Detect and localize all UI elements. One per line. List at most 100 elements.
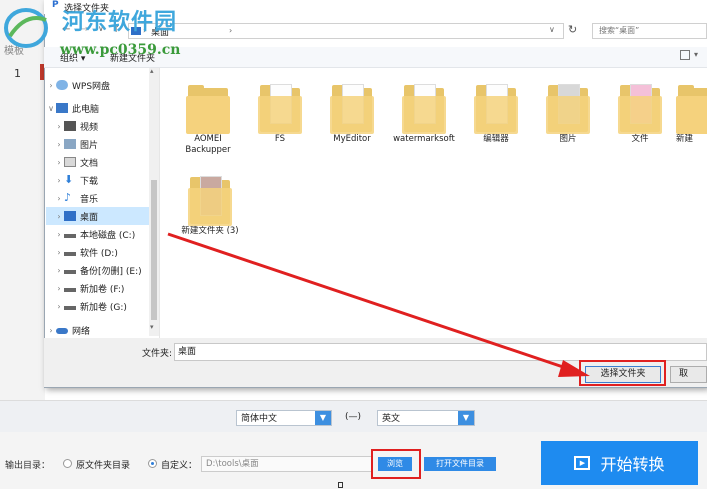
nav-item-label: 本地磁盘 (C:) bbox=[80, 230, 136, 241]
folder-name: 图片 bbox=[559, 134, 577, 144]
address-bar[interactable]: › 桌面 › ∨ bbox=[128, 23, 564, 39]
folder-name: 文件 bbox=[631, 134, 649, 144]
view-dropdown-icon[interactable]: ▾ bbox=[694, 50, 698, 59]
drive-icon bbox=[64, 252, 76, 256]
expand-chevron-icon[interactable]: › bbox=[46, 81, 56, 90]
browse-button[interactable]: 浏览 bbox=[378, 457, 412, 471]
start-convert-button[interactable]: ▶ 开始转换 bbox=[541, 441, 698, 485]
expand-chevron-icon[interactable]: › bbox=[54, 266, 64, 275]
folder-item-new[interactable]: 新建 bbox=[676, 82, 707, 145]
source-language-select[interactable]: 简体中文 ▼ bbox=[236, 410, 332, 426]
nav-item-desktop[interactable]: › 桌面 bbox=[46, 207, 149, 225]
nav-item-label: 网络 bbox=[72, 326, 91, 337]
radio-custom-label: 自定义： bbox=[161, 461, 198, 471]
radio-custom-dir[interactable] bbox=[148, 459, 157, 468]
folder-icon bbox=[258, 82, 302, 134]
watermark-logo-icon bbox=[4, 8, 48, 48]
folder-item-myeditor[interactable]: MyEditor bbox=[320, 82, 384, 145]
scroll-up-icon[interactable]: ▴ bbox=[150, 67, 154, 75]
video-icon bbox=[64, 121, 76, 131]
view-options-icon[interactable] bbox=[680, 50, 690, 60]
drive-icon bbox=[64, 306, 76, 310]
output-path-input[interactable]: D:\tools\桌面 bbox=[201, 456, 373, 472]
drive-icon bbox=[64, 234, 76, 238]
background-sidebar bbox=[0, 0, 45, 400]
expand-chevron-icon[interactable]: › bbox=[54, 140, 64, 149]
open-folder-button[interactable]: 打开文件目录 bbox=[424, 457, 496, 471]
expand-chevron-icon[interactable]: › bbox=[54, 122, 64, 131]
start-convert-label: 开始转换 bbox=[600, 455, 665, 474]
folder-icon bbox=[402, 82, 446, 134]
folder-icon bbox=[330, 82, 374, 134]
folder-name: FS bbox=[274, 134, 286, 144]
folder-name-input[interactable]: 桌面 bbox=[174, 343, 707, 361]
expand-chevron-icon[interactable]: › bbox=[46, 326, 56, 335]
radio-original-dir[interactable] bbox=[63, 459, 72, 468]
nav-item-documents[interactable]: › 文档 bbox=[54, 153, 157, 171]
nav-item-drive-c[interactable]: › 本地磁盘 (C:) bbox=[54, 225, 157, 243]
collapse-chevron-icon[interactable]: ∨ bbox=[46, 104, 56, 113]
nav-item-label: 文档 bbox=[80, 158, 99, 169]
folder-item-watermarksoft[interactable]: watermarksoft bbox=[392, 82, 456, 145]
nav-item-label: 视频 bbox=[80, 122, 99, 133]
music-icon: ♪ bbox=[64, 191, 72, 204]
nav-item-drive-d[interactable]: › 软件 (D:) bbox=[54, 243, 157, 261]
address-dropdown-icon[interactable]: ∨ bbox=[549, 25, 555, 34]
folder-field-label: 文件夹: bbox=[142, 349, 173, 359]
refresh-icon[interactable]: ↻ bbox=[568, 23, 577, 36]
nav-item-label: WPS网盘 bbox=[72, 81, 111, 92]
breadcrumb-chevron-icon[interactable]: › bbox=[229, 26, 232, 35]
expand-chevron-icon[interactable]: › bbox=[54, 158, 64, 167]
folder-item-pictures[interactable]: 图片 bbox=[536, 82, 600, 145]
nav-item-label: 桌面 bbox=[80, 212, 99, 223]
nav-scrollbar-thumb[interactable] bbox=[151, 180, 157, 320]
nav-item-music[interactable]: › ♪ 音乐 bbox=[54, 189, 157, 207]
watermark-site-name: 河东软件园 bbox=[62, 9, 178, 35]
nav-item-drive-e[interactable]: › 备份[勿删] (E:) bbox=[54, 261, 157, 279]
nav-item-label: 备份[勿删] (E:) bbox=[80, 266, 142, 277]
scroll-down-icon[interactable]: ▾ bbox=[150, 323, 154, 331]
expand-chevron-icon[interactable]: › bbox=[54, 212, 64, 221]
folder-name: AOMEI Backupper bbox=[185, 134, 231, 155]
nav-item-drive-g[interactable]: › 新加卷 (G:) bbox=[54, 297, 157, 315]
expand-chevron-icon[interactable]: › bbox=[54, 302, 64, 311]
nav-item-label: 图片 bbox=[80, 140, 99, 151]
select-folder-button[interactable]: 选择文件夹 bbox=[585, 366, 661, 383]
expand-chevron-icon[interactable]: › bbox=[54, 176, 64, 185]
folder-item-editor[interactable]: 编辑器 bbox=[464, 82, 528, 145]
nav-item-drive-f[interactable]: › 新加卷 (F:) bbox=[54, 279, 157, 297]
nav-item-videos[interactable]: › 视频 bbox=[54, 117, 157, 135]
dropdown-arrow-icon[interactable]: ▼ bbox=[458, 411, 474, 425]
nav-item-pictures[interactable]: › 图片 bbox=[54, 135, 157, 153]
cancel-button[interactable]: 取 bbox=[670, 366, 707, 383]
dropdown-arrow-icon[interactable]: ▼ bbox=[315, 411, 331, 425]
document-icon bbox=[64, 157, 76, 167]
folder-item-aomei[interactable]: AOMEI Backupper bbox=[176, 82, 240, 156]
expand-chevron-icon[interactable]: › bbox=[54, 284, 64, 293]
folder-name: 编辑器 bbox=[483, 134, 509, 144]
drive-icon bbox=[64, 288, 76, 292]
folder-item-new-folder-3[interactable]: 新建文件夹 (3) bbox=[176, 174, 244, 237]
watermark-url: www.pc0359.cn bbox=[60, 42, 181, 58]
folder-name: MyEditor bbox=[333, 134, 371, 144]
desktop-icon bbox=[64, 211, 76, 221]
row-number: 1 bbox=[14, 67, 21, 80]
folder-item-fs[interactable]: FS bbox=[248, 82, 312, 145]
search-input[interactable]: 搜索“桌面” bbox=[592, 23, 707, 39]
nav-item-label: 新加卷 (F:) bbox=[80, 284, 125, 295]
folder-name: watermarksoft bbox=[393, 134, 455, 144]
language-separator: (—) bbox=[345, 412, 362, 422]
nav-item-network[interactable]: › 网络 bbox=[46, 321, 149, 339]
expand-chevron-icon[interactable]: › bbox=[54, 248, 64, 257]
folder-icon bbox=[186, 82, 230, 134]
computer-icon bbox=[56, 103, 68, 113]
expand-chevron-icon[interactable]: › bbox=[54, 194, 64, 203]
picture-icon bbox=[64, 139, 76, 149]
target-language-select[interactable]: 英文 ▼ bbox=[377, 410, 475, 426]
expand-chevron-icon[interactable]: › bbox=[54, 230, 64, 239]
nav-item-this-pc[interactable]: ∨ 此电脑 bbox=[46, 99, 149, 117]
folder-icon bbox=[618, 82, 662, 134]
folder-item-files[interactable]: 文件 bbox=[608, 82, 672, 145]
nav-item-downloads[interactable]: › ⬇ 下载 bbox=[54, 171, 157, 189]
nav-item-wps-drive[interactable]: › WPS网盘 bbox=[46, 76, 149, 94]
